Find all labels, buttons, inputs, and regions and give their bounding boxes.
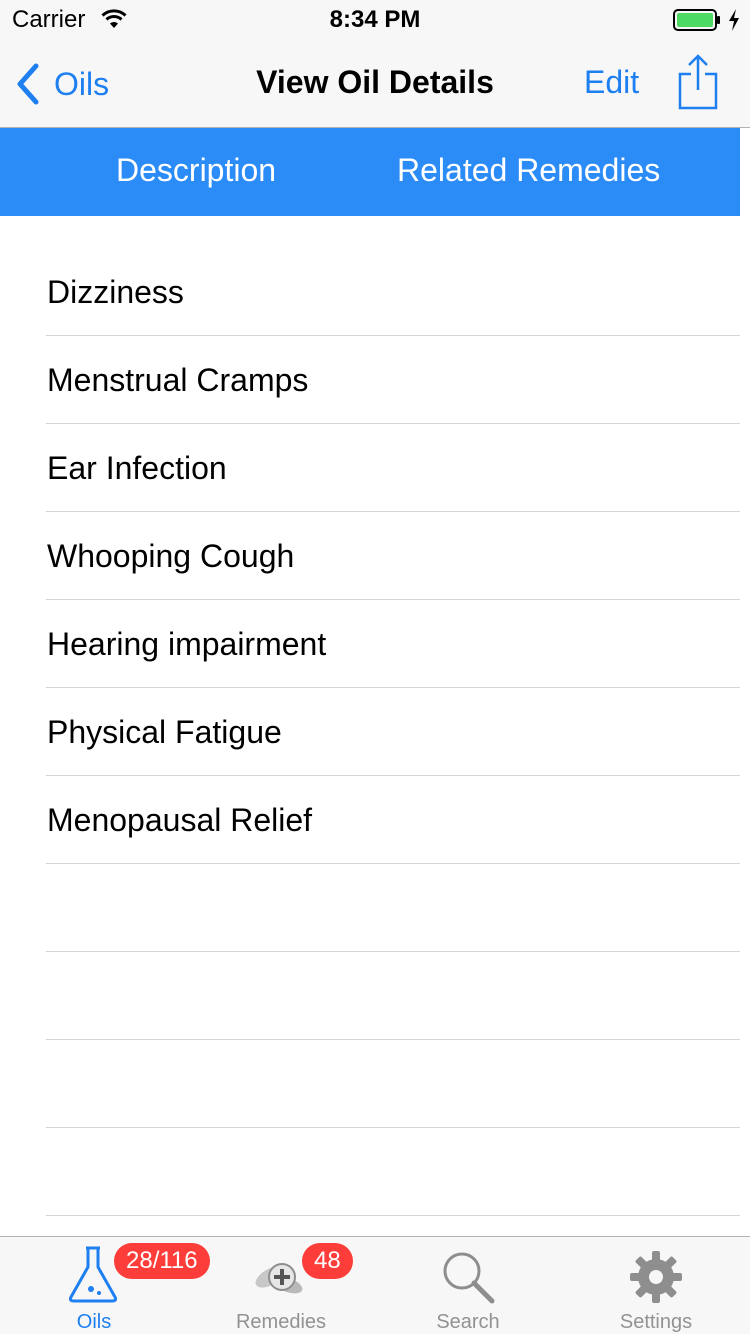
empty-list-item <box>46 952 740 1040</box>
remedies-icon <box>255 1263 303 1294</box>
status-bar: Carrier 8:34 PM <box>0 0 750 40</box>
tab-label: Search <box>436 1311 500 1333</box>
list-item[interactable]: Whooping Cough <box>46 512 740 600</box>
list-item-label: Hearing impairment <box>47 626 327 662</box>
remedies-count-badge: 48 <box>302 1243 353 1279</box>
share-icon[interactable] <box>676 54 720 110</box>
search-icon <box>443 1252 495 1304</box>
segment-bar: Description Related Remedies <box>0 128 740 216</box>
list-item[interactable]: Menopausal Relief <box>46 776 740 864</box>
navigation-bar: Oils View Oil Details Edit <box>0 40 750 128</box>
tab-label: Settings <box>619 1311 693 1333</box>
list-item-label: Ear Infection <box>47 450 227 486</box>
status-time: 8:34 PM <box>329 6 421 33</box>
tab-bar: 28/116 Oils 48 Remedies Search Settings <box>0 1236 750 1334</box>
tab-label: Remedies <box>235 1311 327 1333</box>
tab-remedies[interactable]: 48 Remedies <box>214 1237 353 1334</box>
tab-settings[interactable]: Settings <box>590 1237 722 1334</box>
battery-icon <box>673 9 720 31</box>
tab-oils[interactable]: 28/116 Oils <box>30 1237 210 1334</box>
list-item[interactable]: Ear Infection <box>46 424 740 512</box>
list-item-label: Physical Fatigue <box>47 714 282 750</box>
list-item-label: Whooping Cough <box>47 538 295 574</box>
back-button-label: Oils <box>54 65 110 102</box>
list-item[interactable]: Physical Fatigue <box>46 688 740 776</box>
chevron-left-icon <box>17 63 39 105</box>
tab-related-remedies[interactable]: Related Remedies <box>397 152 660 189</box>
flask-icon <box>68 1246 118 1303</box>
remedies-list: Dizziness Menstrual Cramps Ear Infection… <box>46 248 740 1216</box>
tab-label: Oils <box>76 1311 112 1333</box>
gear-icon <box>630 1251 682 1303</box>
back-button[interactable]: Oils <box>14 60 109 108</box>
list-item-label: Menopausal Relief <box>47 802 313 838</box>
list-item[interactable]: Menstrual Cramps <box>46 336 740 424</box>
tab-description[interactable]: Description <box>116 152 276 189</box>
charging-bolt-icon <box>729 9 739 31</box>
list-item-label: Menstrual Cramps <box>47 362 309 398</box>
empty-list-item <box>46 864 740 952</box>
list-item-label: Dizziness <box>47 274 184 310</box>
tab-search[interactable]: Search <box>404 1237 532 1334</box>
list-item[interactable]: Hearing impairment <box>46 600 740 688</box>
list-item[interactable]: Dizziness <box>46 248 740 336</box>
oils-count-badge: 28/116 <box>114 1243 210 1279</box>
empty-list-item <box>46 1128 740 1216</box>
empty-list-item <box>46 1040 740 1128</box>
edit-button[interactable]: Edit <box>584 64 639 101</box>
